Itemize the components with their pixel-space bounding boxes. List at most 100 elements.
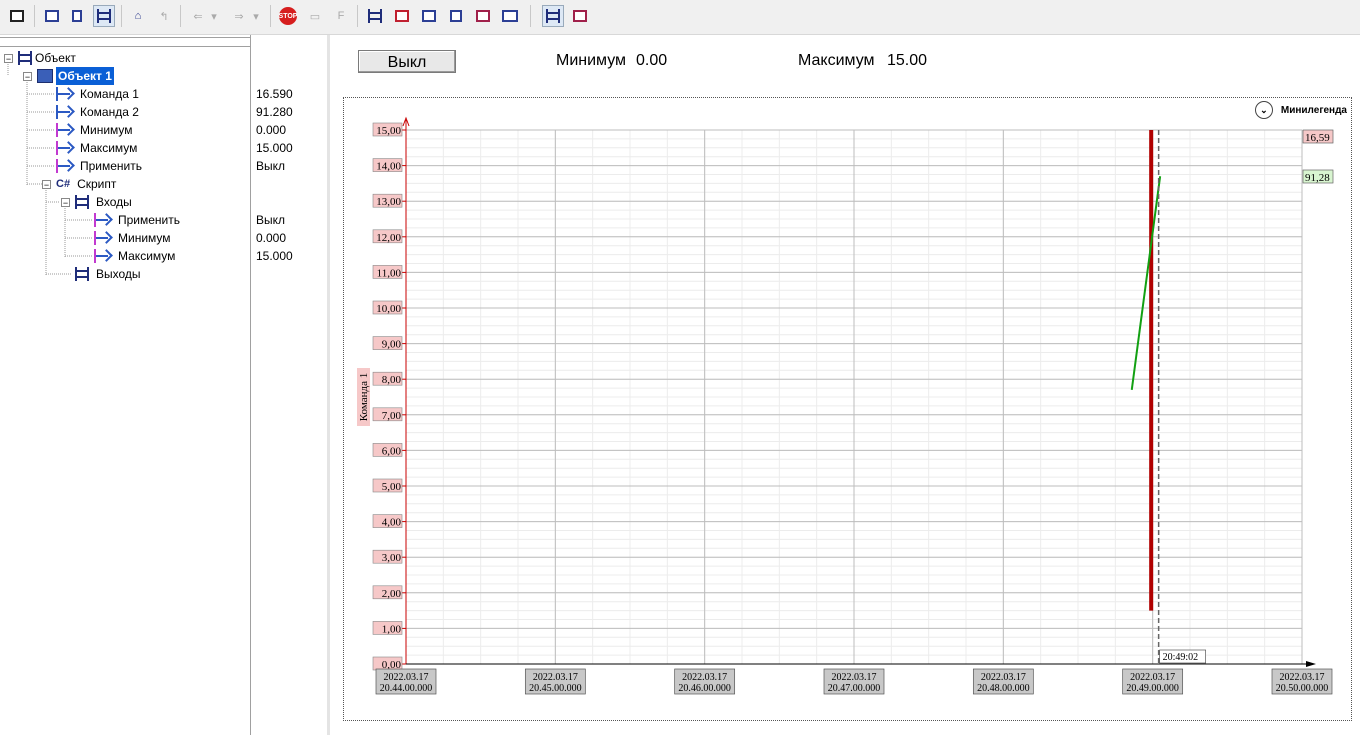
separator: [34, 5, 35, 27]
separator: [530, 5, 531, 27]
value-in-min[interactable]: 0.000: [256, 229, 286, 247]
inputs-icon: [75, 195, 89, 209]
properties-icon[interactable]: [445, 5, 467, 27]
toggle-button[interactable]: Выкл: [358, 50, 456, 73]
object-icon: [18, 51, 32, 65]
x-tick-label: 20.48.00.000: [977, 683, 1029, 694]
input-arrow-icon: [94, 213, 110, 227]
x-tick-label: 2022.03.17: [384, 672, 429, 683]
back-icon[interactable]: ⇐: [187, 5, 209, 27]
tree-node-cmd1[interactable]: Команда 1: [56, 85, 139, 103]
object-tree: − Объект − Объект 1 Команда 1 Команда 2 …: [0, 35, 322, 735]
y-tick-label: 12,00: [376, 232, 401, 244]
chevron-down-icon[interactable]: ▾: [208, 5, 220, 27]
chevron-down-icon[interactable]: ▾: [250, 5, 262, 27]
trend-chart[interactable]: ⌄ Минилегенда 0,00 1,00 2,00 3,00 4,00 5,00 6,…: [343, 97, 1352, 721]
tree-node-label: Максимум: [118, 249, 176, 263]
value-min[interactable]: 0.000: [256, 121, 286, 139]
tree-node-in-apply[interactable]: Применить: [94, 211, 180, 229]
y-tick-label: 8,00: [382, 374, 402, 386]
minimum-label: Минимум: [556, 52, 627, 69]
x-tick-label: 20.45.00.000: [529, 683, 582, 694]
tree-node-root[interactable]: Объект: [18, 49, 76, 67]
tree-node-label: Объект: [35, 51, 76, 65]
stop-label: STOP: [279, 7, 297, 25]
value-cmd2[interactable]: 91.280: [256, 103, 293, 121]
tree-node-in-max[interactable]: Максимум: [94, 247, 175, 265]
tree-node-inputs[interactable]: Входы: [75, 193, 132, 211]
window-icon[interactable]: [499, 5, 521, 27]
y-tick-label: 5,00: [382, 481, 402, 493]
collapse-toggle[interactable]: −: [61, 198, 70, 208]
y-tick-label: 2,00: [382, 588, 402, 600]
x-tick-label: 2022.03.17: [682, 672, 727, 683]
y-tick-label: 6,00: [382, 445, 402, 457]
csharp-icon: C#: [56, 178, 71, 190]
table-icon[interactable]: [391, 5, 413, 27]
display-icon[interactable]: [418, 5, 440, 27]
y-tick-label: 11,00: [377, 267, 402, 279]
input-arrow-icon: [94, 249, 110, 263]
tree-node-outputs[interactable]: Выходы: [75, 265, 141, 283]
x-tick-label: 20.46.00.000: [678, 683, 731, 694]
app-icon[interactable]: [6, 5, 28, 27]
tree-node-label: Команда 1: [80, 87, 139, 101]
series-value-label: 91,28: [1305, 172, 1330, 184]
tree-node-label: Входы: [96, 195, 132, 209]
input-arrow-icon: [94, 231, 110, 245]
value-apply[interactable]: Выкл: [256, 157, 285, 175]
tree-node-label: Команда 2: [80, 105, 139, 119]
input-arrow-icon: [56, 141, 72, 155]
stop-icon[interactable]: STOP: [277, 5, 299, 27]
tree-icon[interactable]: [66, 5, 88, 27]
cursor-label: 20:49:02: [1163, 652, 1199, 663]
tree-node-script[interactable]: C# Скрипт: [56, 175, 116, 193]
f-icon[interactable]: F: [330, 5, 352, 27]
y-tick-label: 7,00: [382, 410, 402, 422]
tree-node-min[interactable]: Минимум: [56, 121, 133, 139]
input-arrow-icon: [56, 87, 72, 101]
y-axis-label: Команда 1: [358, 373, 370, 421]
tree-node-label: Объект 1: [56, 67, 114, 85]
y-tick-label: 14,00: [376, 161, 401, 173]
input-arrow-icon: [56, 105, 72, 119]
chart-canvas[interactable]: 0,001,002,003,004,005,006,007,008,009,00…: [344, 98, 1351, 720]
copy-icon[interactable]: [41, 5, 63, 27]
collapse-toggle[interactable]: −: [42, 180, 51, 190]
value-max[interactable]: 15.000: [256, 139, 293, 157]
value-in-apply[interactable]: Выкл: [256, 211, 285, 229]
x-tick-label: 2022.03.17: [533, 672, 578, 683]
tree-node-max[interactable]: Максимум: [56, 139, 137, 157]
f-label: F: [337, 10, 345, 22]
tree-node-label: Скрипт: [77, 177, 117, 191]
main-view: Выкл Минимум 0.00 Максимум 15.00 ⌄ Минил…: [330, 35, 1360, 735]
grid-icon[interactable]: [542, 5, 564, 27]
toolbar: ⌂ ↰ ⇐ ▾ ⇒ ▾ STOP ▭ F: [0, 0, 1360, 35]
tree-node-in-min[interactable]: Минимум: [94, 229, 171, 247]
tree-node-object1[interactable]: Объект 1: [37, 67, 114, 85]
series-line: [1130, 176, 1162, 391]
forward-icon[interactable]: ⇒: [228, 5, 250, 27]
tree-node-label: Минимум: [118, 231, 171, 245]
tree-node-cmd2[interactable]: Команда 2: [56, 103, 139, 121]
object-icon[interactable]: [93, 5, 115, 27]
x-tick-label: 20.50.00.000: [1276, 683, 1329, 694]
book2-icon[interactable]: [569, 5, 591, 27]
minimum-value: 0.00: [636, 52, 668, 69]
input-arrow-icon: [56, 159, 72, 173]
value-in-max[interactable]: 15.000: [256, 247, 293, 265]
module-icon: [37, 69, 53, 83]
collapse-toggle[interactable]: −: [23, 72, 32, 82]
up-icon[interactable]: ↰: [153, 5, 175, 27]
collapse-toggle[interactable]: −: [4, 54, 13, 64]
home-icon[interactable]: ⌂: [127, 5, 149, 27]
book-icon[interactable]: [472, 5, 494, 27]
y-tick-label: 9,00: [382, 339, 402, 351]
tree-node-apply[interactable]: Применить: [56, 157, 142, 175]
tree-node-label: Минимум: [80, 123, 133, 137]
value-cmd1[interactable]: 16.590: [256, 85, 293, 103]
link-icon[interactable]: [364, 5, 386, 27]
value-column: 16.590 91.280 0.000 15.000 Выкл Выкл 0.0…: [250, 35, 328, 735]
separator: [121, 5, 122, 27]
debug-icon[interactable]: ▭: [304, 5, 326, 27]
